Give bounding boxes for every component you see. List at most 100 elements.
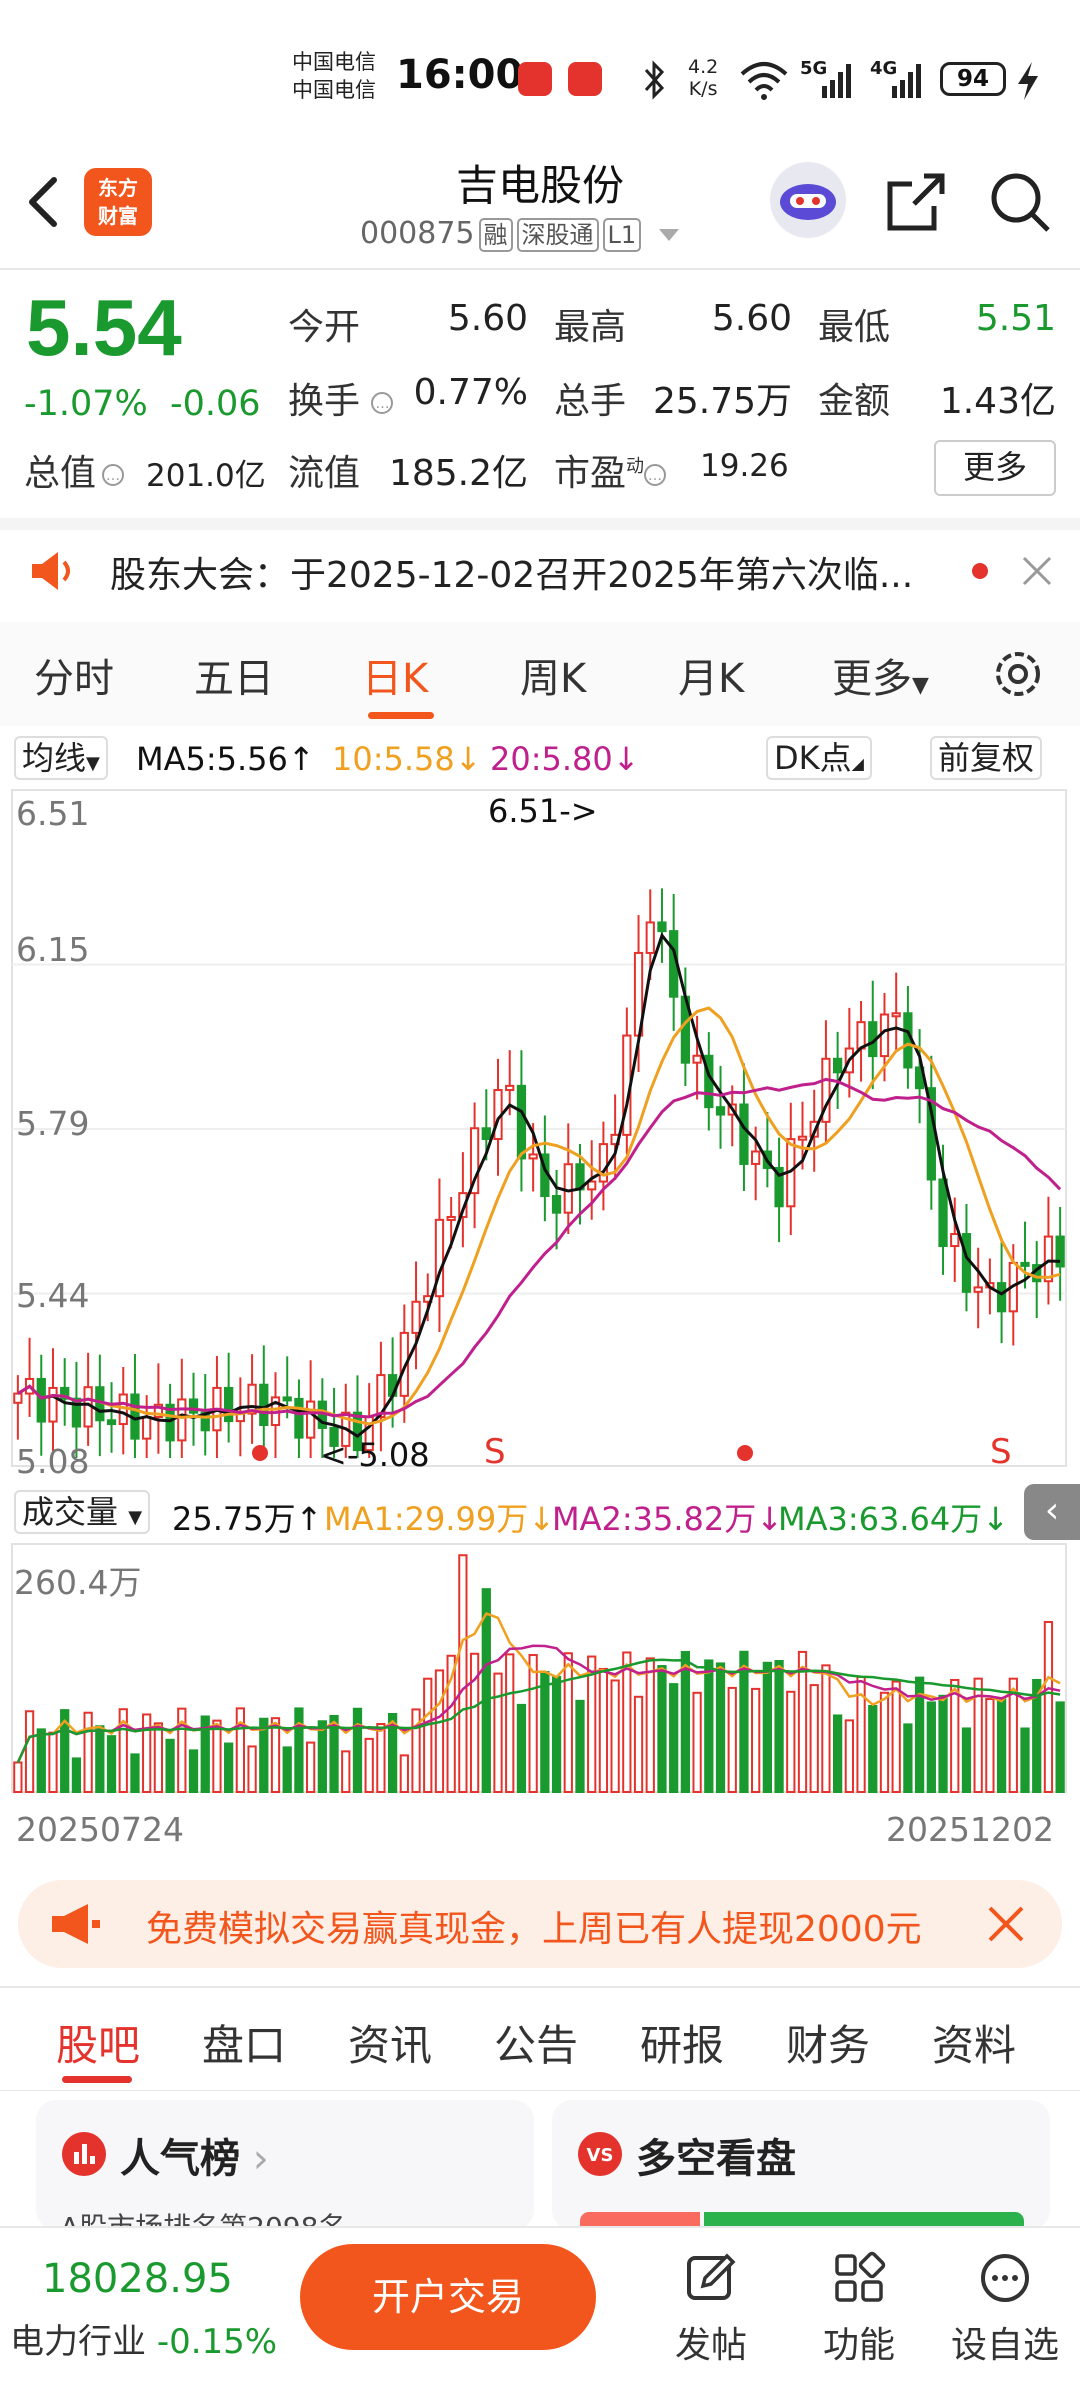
pe-value: 19.26 xyxy=(700,448,789,484)
bar-chart-icon xyxy=(62,2132,106,2176)
indicator-select[interactable]: 均线▼ xyxy=(14,736,108,780)
volume-bar xyxy=(528,1654,538,1794)
tab-weekly-k[interactable]: 周K xyxy=(520,646,586,704)
ai-assistant-avatar[interactable] xyxy=(770,162,846,238)
candle-body xyxy=(833,1057,843,1074)
candle-body xyxy=(563,1163,573,1214)
close-icon[interactable] xyxy=(1020,554,1054,588)
candle-body xyxy=(692,1054,702,1064)
subtab-orderbook[interactable]: 盘口 xyxy=(202,2012,286,2073)
info-icon[interactable]: … xyxy=(102,464,125,486)
search-icon[interactable] xyxy=(988,170,1052,234)
volume-bar xyxy=(493,1672,503,1793)
amount-value: 1.43亿 xyxy=(939,381,1056,422)
kline-chart[interactable] xyxy=(0,788,1080,1478)
chevron-down-icon[interactable] xyxy=(657,225,681,245)
volume-ma1: MA1:29.99万↓ xyxy=(324,1500,556,1538)
share-icon[interactable] xyxy=(884,170,948,234)
candle-body xyxy=(751,1150,761,1165)
turnover-value: 0.77% xyxy=(413,372,528,413)
volume-bar xyxy=(188,1749,199,1793)
carrier-1: 中国电信 xyxy=(292,50,376,74)
mktcap-value: 201.0亿 xyxy=(146,458,266,494)
more-quote-button[interactable]: 更多 xyxy=(934,440,1056,496)
sector-change: -0.15% xyxy=(156,2322,278,2362)
mktcap-label[interactable]: 总值… xyxy=(24,444,125,496)
info-icon[interactable]: … xyxy=(371,392,394,414)
volume-bar xyxy=(364,1737,374,1793)
bull-bear-title: 多空看盘 xyxy=(636,2136,796,2182)
volume-bar xyxy=(282,1746,292,1793)
adjust-button[interactable]: 前复权 xyxy=(930,736,1043,780)
volume-bar xyxy=(1055,1701,1065,1793)
close-icon[interactable] xyxy=(986,1904,1026,1944)
chevron-down-icon: ▼ xyxy=(128,1507,143,1528)
subtab-announcements[interactable]: 公告 xyxy=(494,2012,578,2073)
volume-bar xyxy=(36,1728,46,1794)
volume-bar xyxy=(341,1750,351,1793)
tab-monthly-k[interactable]: 月K xyxy=(678,646,744,704)
bull-bear-card[interactable]: VS 多空看盘 xyxy=(552,2100,1050,2230)
sector-info[interactable]: 电力行业 -0.15% xyxy=(10,2314,277,2363)
add-watchlist-button[interactable]: 设自选 xyxy=(950,2250,1060,2368)
open-account-trade-button[interactable]: 开户交易 xyxy=(300,2244,596,2350)
net-speed-value: 4.2 xyxy=(688,56,719,78)
functions-button[interactable]: 功能 xyxy=(804,2250,914,2368)
volume-legend-row: 成交量 ▼ 25.75万↑ MA1:29.99万↓ MA2:35.82万↓ MA… xyxy=(14,1488,1074,1538)
sell-marker: S xyxy=(990,1432,1012,1472)
vs-icon: VS xyxy=(578,2132,622,2176)
index-value[interactable]: 18028.95 xyxy=(42,2256,233,2302)
candle-body xyxy=(587,1180,597,1191)
volume-bar xyxy=(879,1691,890,1793)
tab-more[interactable]: 更多▼ xyxy=(832,646,929,704)
float-value: 185.2亿 xyxy=(388,453,528,494)
pe-label[interactable]: 市盈动… xyxy=(554,444,667,496)
subtab-news[interactable]: 资讯 xyxy=(348,2012,432,2073)
notice-banner[interactable]: 股东大会：于2025-12-02召开2025年第六次临... xyxy=(0,530,1080,612)
subtab-guba[interactable]: 股吧 xyxy=(56,2012,140,2073)
post-button[interactable]: 发帖 xyxy=(656,2250,766,2368)
collapse-panel-button[interactable]: ‹ xyxy=(1024,1484,1080,1540)
subtab-profile[interactable]: 资料 xyxy=(932,2012,1016,2073)
volume-bar xyxy=(762,1661,772,1793)
subtab-finance[interactable]: 财务 xyxy=(786,2012,870,2073)
end-date: 20251202 xyxy=(886,1810,1054,1849)
popularity-card[interactable]: 人气榜 › A股市场排名第2098名 xyxy=(36,2100,534,2230)
header-divider xyxy=(0,268,1080,270)
promo-text: 免费模拟交易赢真现金，上周已有人提现2000元 xyxy=(146,1909,922,1950)
tab-intraday[interactable]: 分时 xyxy=(34,646,114,704)
volume-bar xyxy=(797,1650,808,1793)
volume-bar xyxy=(247,1745,257,1794)
candle-body xyxy=(306,1400,316,1439)
open-label: 今开 xyxy=(288,307,361,348)
promo-banner[interactable]: 免费模拟交易赢真现金，上周已有人提现2000元 xyxy=(18,1880,1062,1968)
dk-point-button[interactable]: DK点◢ xyxy=(766,736,872,780)
turnover-label[interactable]: 换手 … xyxy=(288,372,394,424)
settings-gear-icon[interactable] xyxy=(990,646,1046,702)
volume-bar xyxy=(551,1675,562,1794)
sub-tabs-divider xyxy=(0,1986,1080,1988)
volume-chart[interactable] xyxy=(0,1542,1080,1802)
min-price-annotation: <-5.08 xyxy=(320,1436,430,1474)
subtab-research[interactable]: 研报 xyxy=(640,2012,724,2073)
tab-daily-k[interactable]: 日K xyxy=(362,646,428,704)
volume-bar xyxy=(985,1698,995,1793)
candle-body xyxy=(36,1377,46,1423)
volume-indicator-select[interactable]: 成交量 ▼ xyxy=(14,1490,151,1534)
megaphone-icon xyxy=(52,1904,100,1944)
info-icon[interactable]: … xyxy=(644,464,667,486)
tab-five-day[interactable]: 五日 xyxy=(194,646,274,704)
volume-bar xyxy=(48,1731,58,1793)
net-speed-unit: K/s xyxy=(688,78,718,100)
carrier-2: 中国电信 xyxy=(292,78,376,102)
ma20-line xyxy=(17,1077,1062,1419)
candle-body xyxy=(481,1127,491,1141)
volume-bar xyxy=(587,1655,597,1793)
volume-bar xyxy=(505,1653,515,1794)
ma5-line xyxy=(17,932,1061,1439)
volume-bar xyxy=(399,1754,409,1794)
volume-bar xyxy=(727,1686,737,1793)
chevron-down-icon: ▼ xyxy=(912,673,929,698)
candle-body xyxy=(177,1398,187,1442)
tag-level: L1 xyxy=(602,218,642,252)
